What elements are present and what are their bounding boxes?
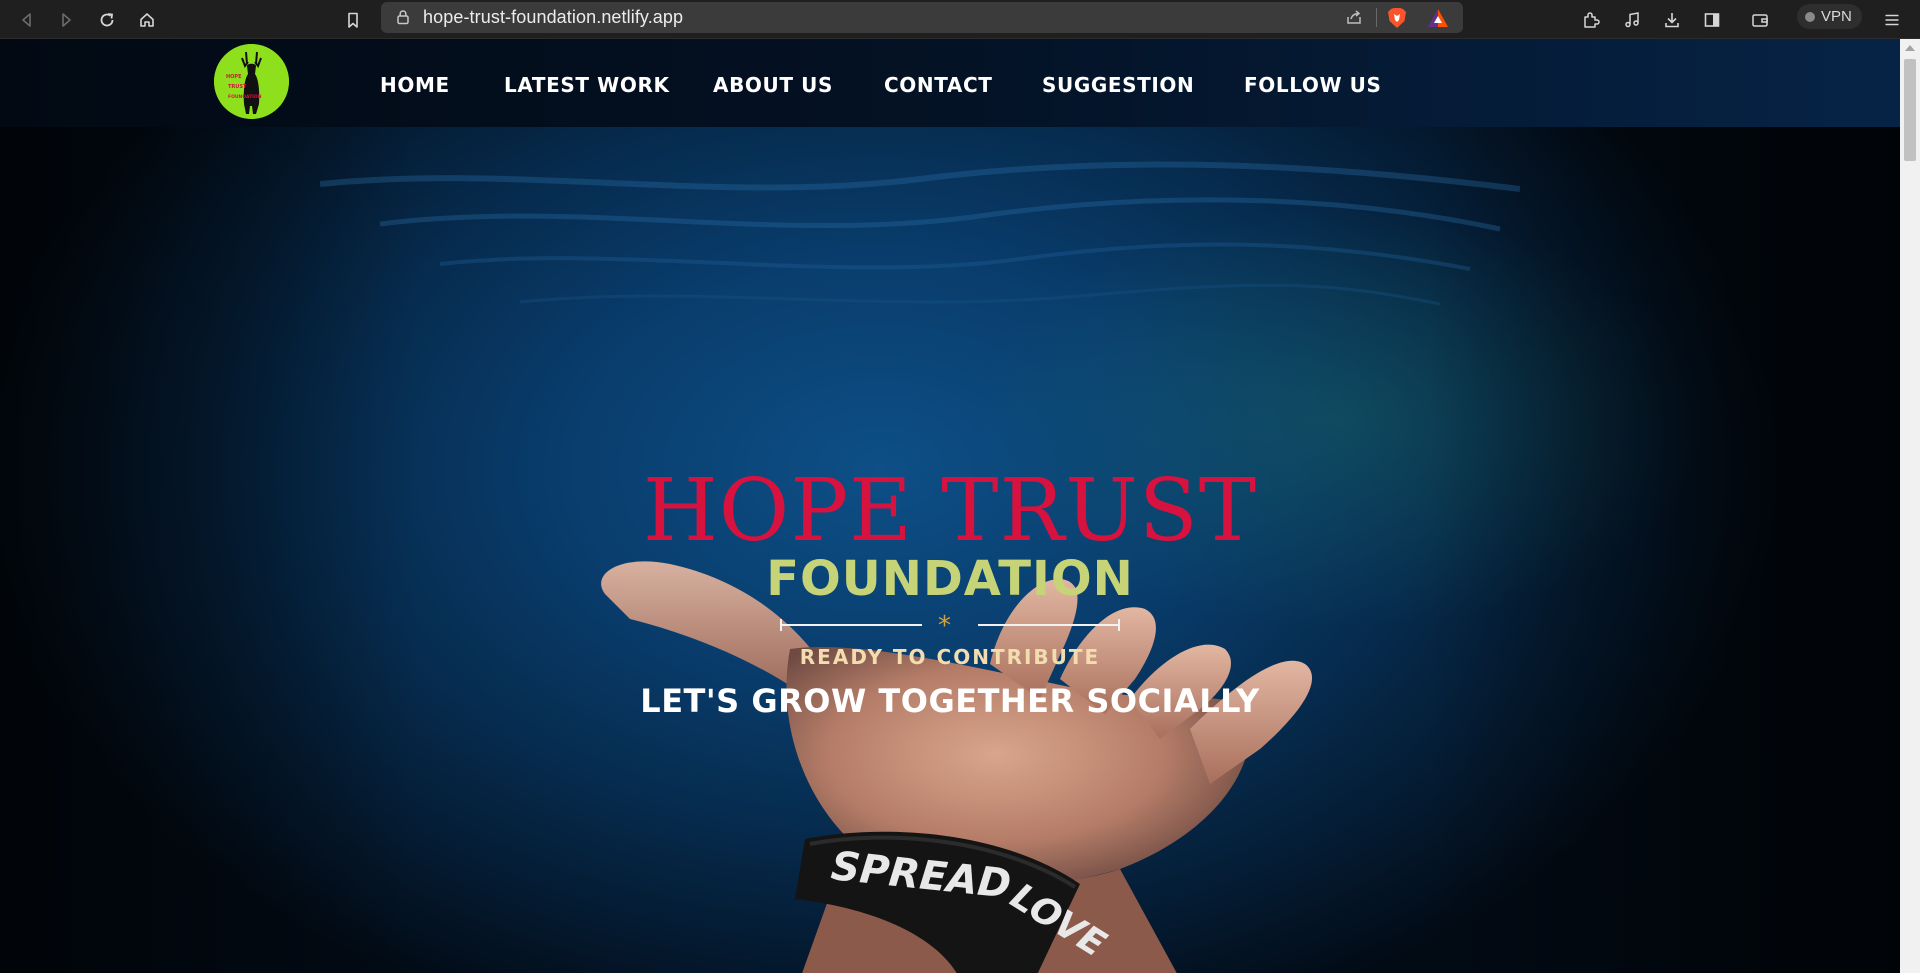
svg-text:FOUNDATION: FOUNDATION	[228, 94, 262, 100]
share-icon[interactable]	[1345, 8, 1363, 26]
divider-cap-right	[1118, 619, 1120, 631]
divider-star: *	[938, 611, 951, 641]
address-bar[interactable]: hope-trust-foundation.netlify.app	[381, 2, 1463, 33]
divider-line-right	[978, 624, 1120, 626]
hero-tagline: READY TO CONTRIBUTE	[799, 645, 1101, 669]
bookmark-icon[interactable]	[338, 5, 368, 35]
nav-contact[interactable]: CONTACT	[884, 73, 993, 97]
water-ripple-decoration	[320, 161, 1520, 306]
lock-icon	[397, 10, 409, 25]
home-icon[interactable]	[132, 5, 162, 35]
vpn-label: VPN	[1821, 8, 1852, 25]
nav-home[interactable]: HOME	[380, 73, 450, 97]
extensions-icon[interactable]	[1576, 5, 1606, 35]
brave-shields-icon[interactable]	[1387, 7, 1407, 29]
nav-about-us[interactable]: ABOUT US	[713, 73, 833, 97]
divider-line-left	[780, 624, 922, 626]
page-viewport: SPREAD LOVE HOPE TRUST FOUNDATION HOME L…	[0, 39, 1900, 973]
svg-text:TRUST: TRUST	[228, 84, 247, 90]
nav-follow-us[interactable]: FOLLOW US	[1244, 73, 1382, 97]
hero-slogan: LET'S GROW TOGETHER SOCIALLY	[640, 682, 1260, 720]
wallet-icon[interactable]	[1745, 5, 1775, 35]
nav-suggestion[interactable]: SUGGESTION	[1042, 73, 1194, 97]
vpn-status-dot	[1805, 11, 1815, 22]
sidebar-toggle-icon[interactable]	[1697, 5, 1727, 35]
address-bar-divider	[1376, 8, 1377, 27]
forward-icon[interactable]	[51, 5, 81, 35]
hero-title: HOPE TRUST	[642, 461, 1258, 561]
site-navbar: HOPE TRUST FOUNDATION HOME LATEST WORK A…	[0, 39, 1900, 127]
scrollbar-thumb[interactable]	[1904, 59, 1916, 161]
hero-divider: *	[780, 611, 1120, 641]
reload-icon[interactable]	[92, 5, 122, 35]
back-icon[interactable]	[12, 5, 42, 35]
page-scrollbar[interactable]	[1900, 39, 1920, 973]
scroll-up-arrow-icon[interactable]	[1905, 45, 1915, 51]
url-text: hope-trust-foundation.netlify.app	[423, 7, 684, 27]
menu-icon[interactable]	[1877, 5, 1907, 35]
nav-latest-work[interactable]: LATEST WORK	[504, 73, 670, 97]
media-controls-icon[interactable]	[1617, 5, 1647, 35]
deer-logo-icon: HOPE TRUST FOUNDATION	[214, 44, 289, 119]
vpn-button[interactable]: VPN	[1797, 4, 1862, 29]
downloads-icon[interactable]	[1657, 5, 1687, 35]
site-logo[interactable]: HOPE TRUST FOUNDATION	[214, 44, 289, 119]
hero-subtitle: FOUNDATION	[766, 551, 1134, 607]
svg-text:HOPE: HOPE	[226, 74, 242, 80]
browser-toolbar: hope-trust-foundation.netlify.app VPN	[0, 0, 1920, 39]
brave-rewards-icon[interactable]	[1427, 8, 1449, 28]
